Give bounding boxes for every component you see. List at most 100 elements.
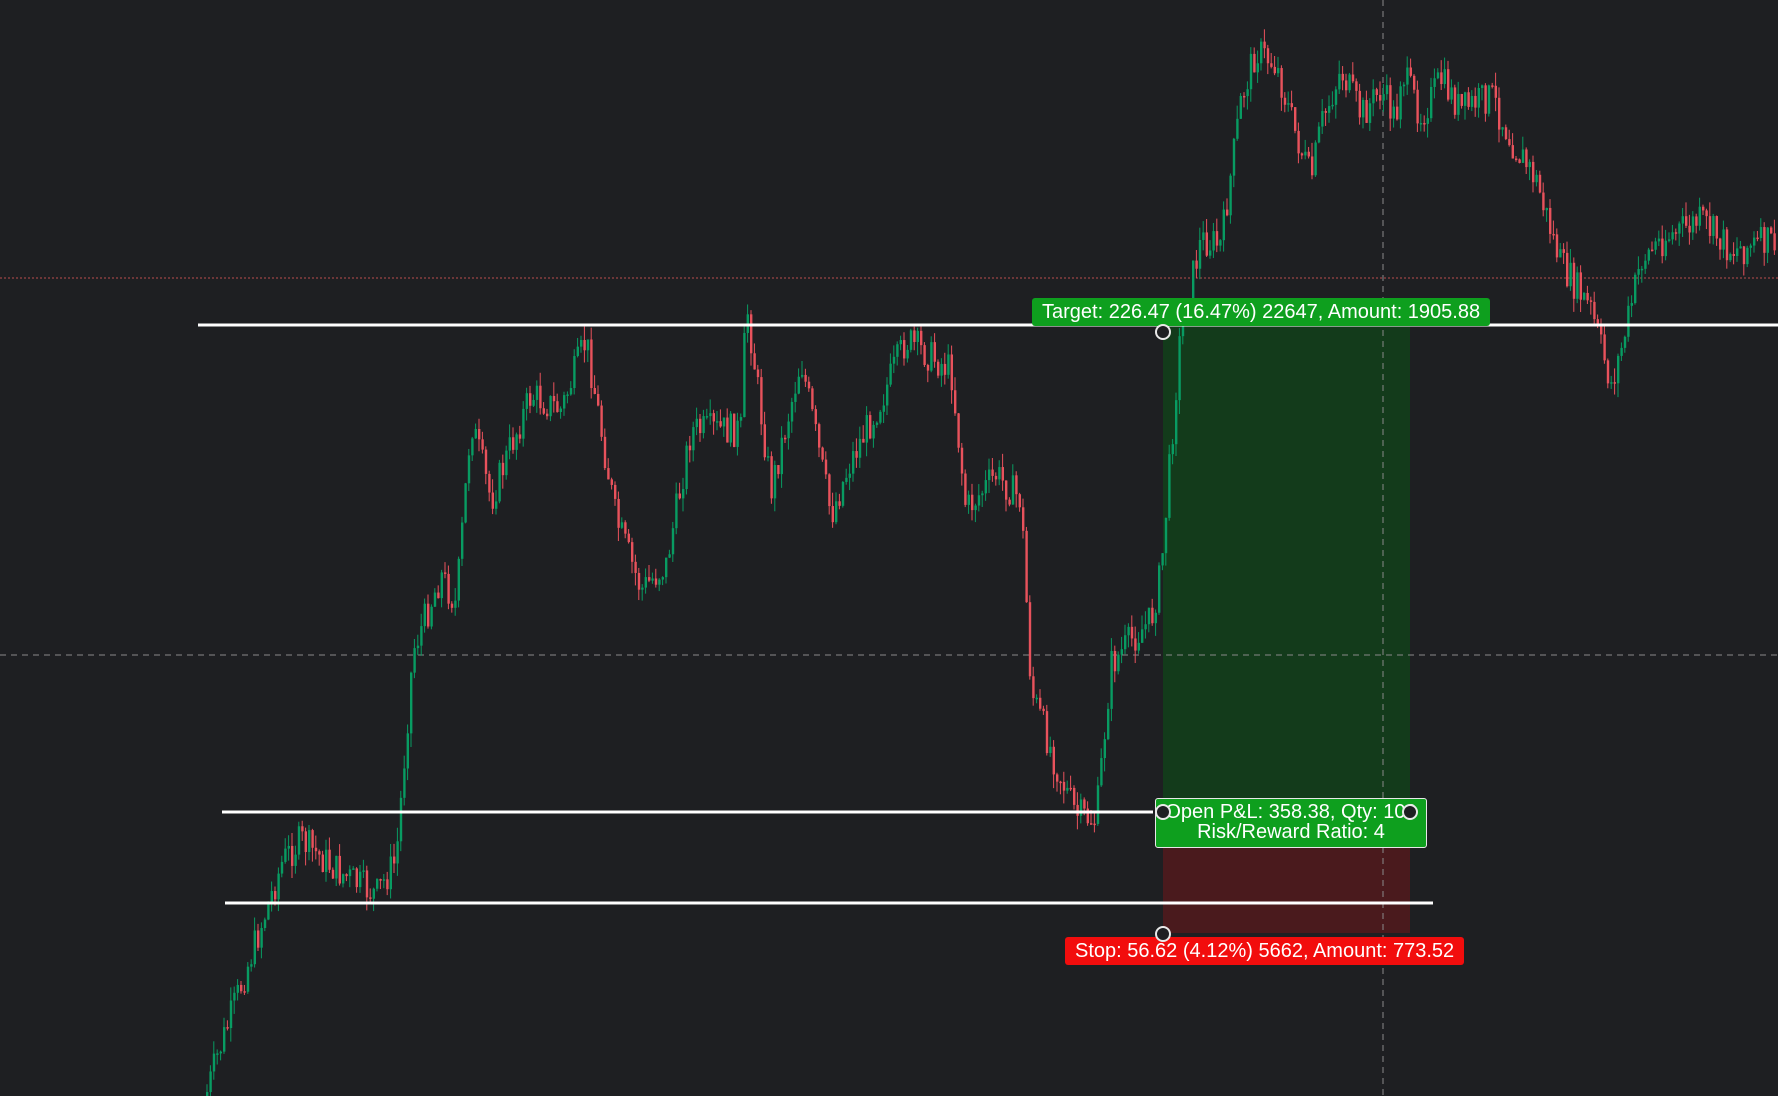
candle-body (654, 578, 658, 585)
candle-body (1039, 697, 1042, 709)
candle-body (1355, 81, 1358, 91)
candle-body (916, 330, 919, 342)
candlestick-chart[interactable]: Target: 226.47 (16.47%) 22647, Amount: 1… (0, 0, 1778, 1096)
candle-body (1311, 156, 1314, 176)
candle-body (1736, 248, 1739, 256)
candle-body (284, 848, 287, 862)
candle-body (345, 874, 348, 877)
candle-body (1137, 642, 1140, 651)
candle-body (1426, 118, 1429, 124)
candle-body (1562, 249, 1565, 253)
candle-body (240, 984, 243, 992)
candle-body (495, 501, 498, 509)
candle-body (1120, 649, 1123, 655)
candle-body (1375, 89, 1378, 95)
candle-body (257, 930, 260, 948)
candle-body (362, 870, 365, 872)
entry-handle-left[interactable] (1155, 804, 1171, 820)
candle-body (862, 438, 865, 443)
candle-body (1195, 260, 1198, 269)
candle-body (512, 437, 515, 450)
candle-body (892, 356, 896, 364)
candle-body (858, 438, 862, 458)
candle-body (1457, 94, 1460, 115)
candle-body (1586, 292, 1589, 301)
candle-body (1100, 758, 1103, 786)
chart-canvas[interactable] (0, 0, 1778, 1096)
candle-body (1763, 227, 1766, 253)
candle-body (1617, 355, 1620, 384)
candle-body (988, 469, 991, 481)
open-pnl-box[interactable]: Open P&L: 358.38, Qty: 100 Risk/Reward R… (1155, 798, 1427, 848)
candle-body (515, 434, 518, 450)
candle-body (705, 416, 709, 418)
candle-body (797, 376, 800, 394)
candle-body (1552, 233, 1555, 236)
candle-body (1052, 746, 1055, 775)
candle-body (644, 577, 647, 588)
candle-body (1062, 781, 1066, 791)
candle-body (569, 388, 573, 395)
candle-body (1304, 151, 1307, 156)
candle-body (226, 1027, 229, 1029)
candle-body (1035, 697, 1038, 700)
candle-body (909, 330, 913, 350)
candle-body (1447, 69, 1450, 100)
candle-body (814, 409, 817, 425)
candle-body (1382, 94, 1385, 101)
candle-body (875, 422, 879, 425)
candle-body (1712, 216, 1715, 236)
candle-body (206, 1092, 209, 1096)
candle-body (260, 927, 263, 948)
candle-body (1545, 207, 1548, 211)
candle-body (1725, 229, 1729, 261)
candle-body (1559, 249, 1562, 258)
candle-body (1406, 67, 1409, 85)
candle-body (770, 456, 773, 499)
profit-zone[interactable] (1163, 325, 1410, 813)
candle-body (542, 408, 545, 414)
candle-body (1654, 241, 1657, 250)
candle-body (1015, 475, 1018, 495)
candle-body (950, 354, 953, 391)
candle-body (297, 826, 301, 855)
candle-body (1739, 246, 1742, 249)
candle-body (831, 506, 834, 523)
target-handle[interactable] (1155, 324, 1171, 340)
candle-body (872, 424, 875, 439)
stop-handle[interactable] (1155, 926, 1171, 942)
candle-body (1644, 260, 1647, 269)
candle-body (498, 462, 501, 502)
candle-body (1222, 209, 1225, 241)
candle-body (1423, 122, 1426, 125)
candle-body (454, 600, 457, 608)
candle-body (1600, 325, 1603, 335)
candle-body (1232, 138, 1236, 176)
candle-body (1766, 227, 1769, 253)
candle-body (614, 484, 617, 499)
candle-body (1688, 225, 1691, 233)
candle-body (280, 861, 284, 874)
candle-body (719, 421, 722, 427)
candle-body (1508, 139, 1511, 146)
target-label[interactable]: Target: 226.47 (16.47%) 22647, Amount: 1… (1032, 298, 1491, 326)
candle-body (522, 408, 525, 439)
candle-body (590, 339, 593, 389)
candle-body (1001, 467, 1004, 481)
candle-body (1280, 68, 1283, 98)
candle-body (1722, 229, 1725, 250)
candle-body (372, 888, 375, 899)
candle-body (287, 845, 290, 849)
candle-body (1385, 85, 1389, 95)
entry-handle-right[interactable] (1402, 804, 1418, 820)
candle-body (736, 420, 739, 447)
candle-body (651, 578, 654, 581)
candle-body (219, 1051, 222, 1054)
candle-body (940, 363, 943, 376)
candle-body (1113, 650, 1117, 672)
candle-body (668, 554, 671, 558)
stop-label[interactable]: Stop: 56.62 (4.12%) 5662, Amount: 773.52 (1065, 937, 1465, 965)
candle-body (1324, 111, 1327, 113)
candle-body (1249, 53, 1253, 90)
candle-body (869, 415, 872, 439)
